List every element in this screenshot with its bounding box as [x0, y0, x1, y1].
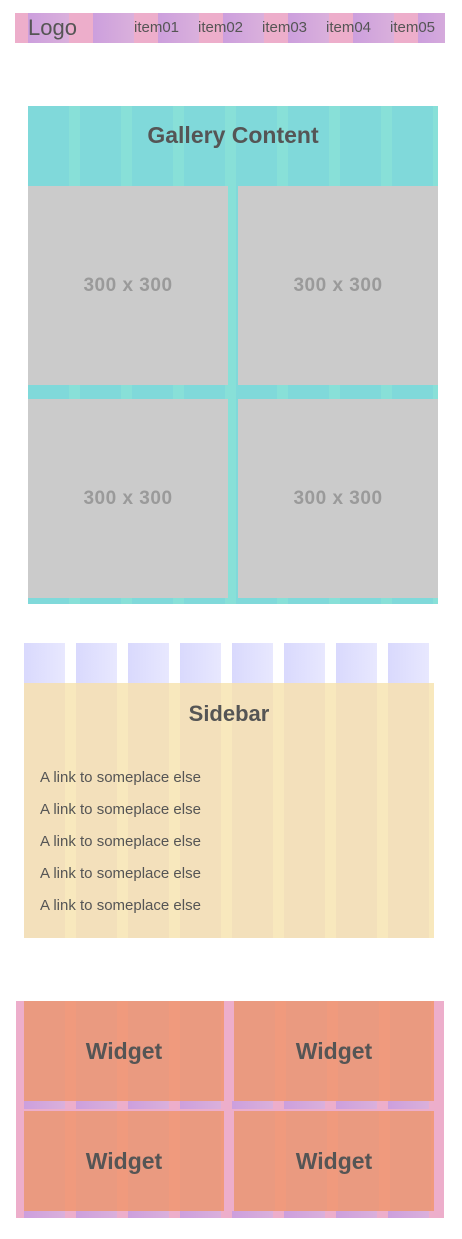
nav-item-01[interactable]: item01 [134, 19, 179, 36]
grid-column-marker [24, 643, 65, 683]
widget: Widget [24, 1111, 224, 1211]
sidebar-title: Sidebar [188, 701, 270, 726]
widget: Widget [24, 1001, 224, 1101]
sidebar-link[interactable]: A link to someplace else [40, 801, 201, 818]
header-nav: Logo item01 item02 item03 item04 item05 [15, 13, 445, 43]
row-gutter [24, 1101, 434, 1109]
sidebar-link[interactable]: A link to someplace else [40, 769, 201, 786]
sidebar-link[interactable]: A link to someplace else [40, 833, 201, 850]
nav-item-04[interactable]: item04 [326, 19, 371, 36]
gallery-section: Gallery Content 300 x 300 300 x 300 300 … [28, 106, 438, 604]
logo[interactable]: Logo [28, 15, 77, 41]
widgets-section: Widget Widget Widget Widget [16, 1001, 444, 1218]
grid-column-marker [128, 643, 169, 683]
gallery-image-placeholder: 300 x 300 [28, 186, 228, 385]
grid-column-marker [76, 643, 117, 683]
grid-column-marker [388, 643, 429, 683]
sidebar-link[interactable]: A link to someplace else [40, 897, 201, 914]
grid-column-marker [180, 643, 221, 683]
grid-column-marker [336, 643, 377, 683]
nav-item-03[interactable]: item03 [262, 19, 307, 36]
sidebar: Sidebar A link to someplace else A link … [24, 683, 434, 938]
nav-item-02[interactable]: item02 [198, 19, 243, 36]
gallery-image-placeholder: 300 x 300 [28, 399, 228, 598]
gallery-title: Gallery Content [147, 122, 319, 148]
gallery-image-placeholder: 300 x 300 [238, 186, 438, 385]
widget: Widget [234, 1111, 434, 1211]
nav-item-05[interactable]: item05 [390, 19, 435, 36]
gallery-image-placeholder: 300 x 300 [238, 399, 438, 598]
grid-column-marker [284, 643, 325, 683]
widget: Widget [234, 1001, 434, 1101]
grid-column-marker [232, 643, 273, 683]
row-gutter [24, 1211, 434, 1218]
sidebar-link[interactable]: A link to someplace else [40, 865, 201, 882]
